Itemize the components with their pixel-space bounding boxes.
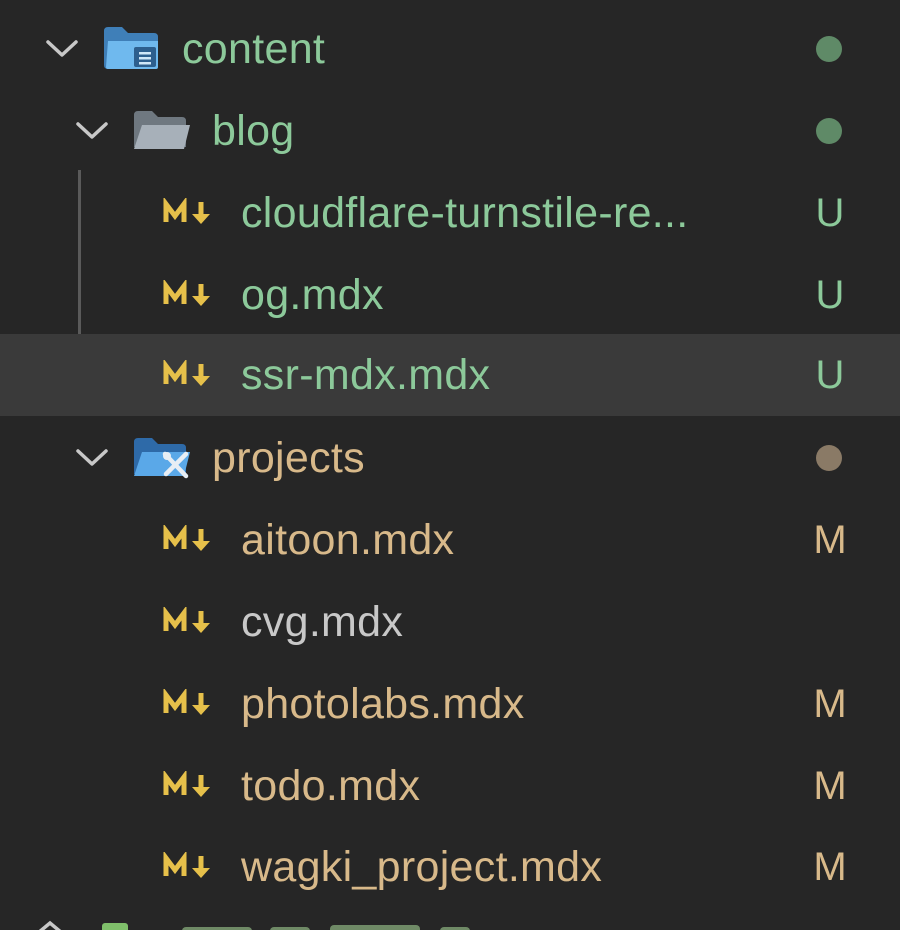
file-label: cvg.mdx bbox=[241, 598, 404, 646]
file-row-selected[interactable]: ssr-mdx.mdx U bbox=[0, 334, 900, 416]
chevron-down-icon[interactable] bbox=[72, 438, 112, 478]
git-status-badge: M bbox=[813, 764, 847, 808]
file-label: photolabs.mdx bbox=[241, 680, 525, 728]
file-row[interactable]: og.mdx U bbox=[0, 254, 900, 336]
markdown-icon bbox=[163, 196, 217, 228]
file-row[interactable]: photolabs.mdx M bbox=[0, 663, 900, 745]
file-label: cloudflare-turnstile-re... bbox=[241, 189, 689, 237]
file-row[interactable]: aitoon.mdx M bbox=[0, 499, 900, 581]
chevron-down-icon[interactable] bbox=[42, 29, 82, 69]
file-row[interactable]: cloudflare-turnstile-re... U bbox=[0, 172, 900, 254]
folder-label-projects: projects bbox=[212, 434, 365, 482]
markdown-icon bbox=[163, 850, 217, 882]
file-label: aitoon.mdx bbox=[241, 516, 455, 564]
partial-row-cutoff bbox=[0, 905, 900, 930]
file-row[interactable]: todo.mdx M bbox=[0, 745, 900, 827]
file-row[interactable]: cvg.mdx bbox=[0, 581, 900, 663]
folder-row-blog[interactable]: blog bbox=[0, 90, 900, 172]
status-dot-projects bbox=[816, 445, 842, 471]
file-label: todo.mdx bbox=[241, 762, 421, 810]
chevron-down-icon[interactable] bbox=[72, 111, 112, 151]
file-row[interactable]: wagki_project.mdx M bbox=[0, 826, 900, 908]
git-status-badge: U bbox=[815, 273, 845, 317]
file-label: ssr-mdx.mdx bbox=[241, 351, 491, 399]
markdown-icon bbox=[163, 278, 217, 310]
git-status-badge: U bbox=[815, 191, 845, 235]
git-status-badge: U bbox=[815, 353, 845, 397]
markdown-icon bbox=[163, 358, 217, 390]
file-label: wagki_project.mdx bbox=[241, 843, 603, 891]
markdown-icon bbox=[163, 605, 217, 637]
markdown-icon bbox=[163, 769, 217, 801]
folder-open-blue-icon bbox=[102, 25, 162, 73]
folder-row-content[interactable]: content bbox=[0, 8, 900, 90]
git-status-badge: M bbox=[813, 518, 847, 562]
markdown-icon bbox=[163, 687, 217, 719]
git-status-badge: M bbox=[813, 682, 847, 726]
markdown-icon bbox=[163, 523, 217, 555]
status-dot-blog bbox=[816, 118, 842, 144]
folder-open-gray-icon bbox=[132, 107, 192, 155]
folder-label-content: content bbox=[182, 25, 326, 73]
git-status-badge: M bbox=[813, 845, 847, 889]
file-explorer: content blog cloudflare-turnstile-re... … bbox=[0, 0, 900, 930]
status-dot-content bbox=[816, 36, 842, 62]
folder-label-blog: blog bbox=[212, 107, 295, 155]
folder-projects-icon bbox=[132, 434, 192, 482]
folder-row-projects[interactable]: projects bbox=[0, 417, 900, 499]
file-label: og.mdx bbox=[241, 271, 384, 319]
